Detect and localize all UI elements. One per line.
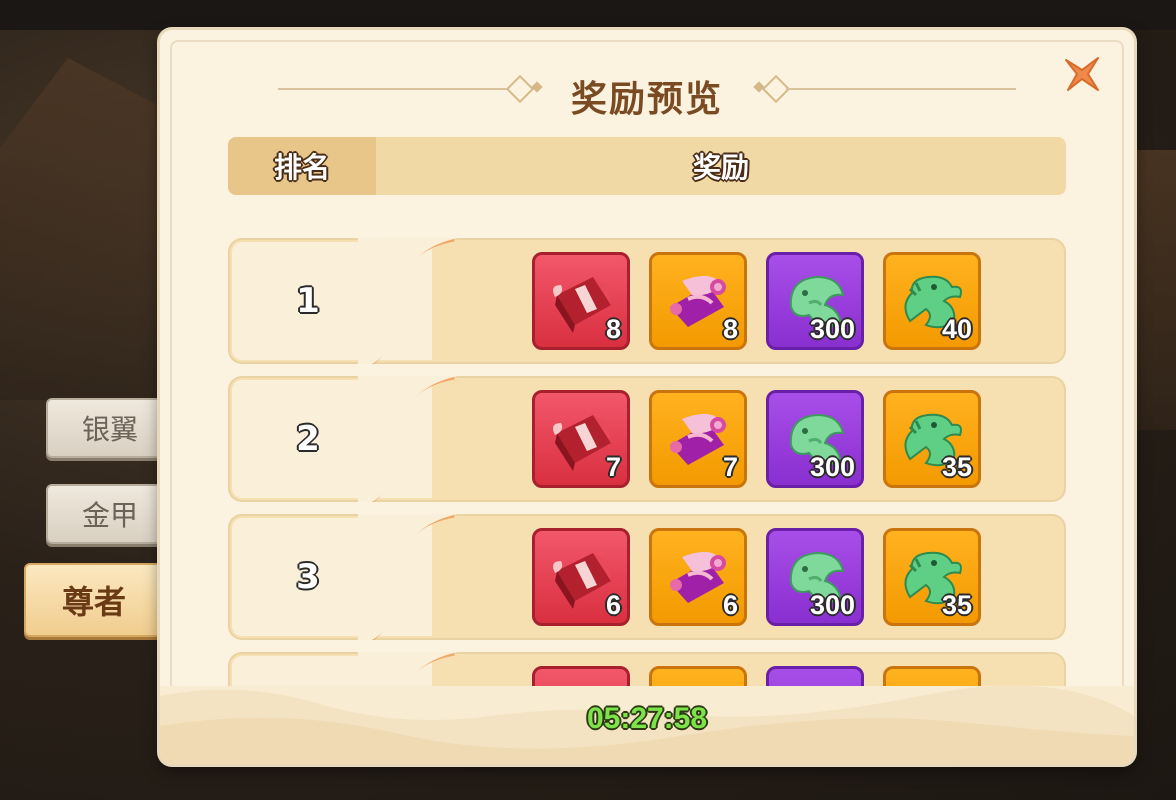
row-divider-curve bbox=[358, 514, 458, 640]
reward-row: 1 8 8 300 40 bbox=[228, 238, 1066, 364]
reward-item[interactable]: 40 bbox=[883, 252, 981, 350]
side-tab-label: 银翼 bbox=[82, 413, 139, 446]
reward-item[interactable]: 8 bbox=[532, 252, 630, 350]
reward-item[interactable] bbox=[649, 666, 747, 686]
reward-count: 35 bbox=[941, 590, 972, 620]
reward-count: 8 bbox=[722, 314, 738, 344]
title-row: 奖励预览 bbox=[160, 70, 1134, 120]
rank-number: 3 bbox=[296, 557, 320, 597]
header-reward: 奖励 bbox=[692, 151, 749, 184]
header-rank: 排名 bbox=[228, 137, 376, 195]
reward-item[interactable]: 35 bbox=[883, 528, 981, 626]
reward-item[interactable]: 35 bbox=[883, 390, 981, 488]
reward-item[interactable]: 8 bbox=[649, 252, 747, 350]
reward-item[interactable]: 6 bbox=[532, 528, 630, 626]
reward-count: 300 bbox=[809, 314, 855, 344]
rank-number: 2 bbox=[296, 419, 320, 459]
rank-number: 1 bbox=[296, 281, 320, 321]
reward-item[interactable] bbox=[883, 666, 981, 686]
close-x-icon bbox=[1065, 57, 1099, 91]
reward-row: 4 bbox=[228, 652, 1066, 686]
reward-preview-panel: 奖励预览 排名 奖励 1 8 8 300 40 2 7 7 300 35 3 6 6 300 35 4 05:… bbox=[160, 30, 1134, 764]
countdown-timer: 05:27:58 bbox=[586, 702, 708, 735]
reward-row: 2 7 7 300 35 bbox=[228, 376, 1066, 502]
reward-count: 7 bbox=[722, 452, 738, 482]
side-tab-label: 尊者 bbox=[62, 583, 127, 621]
reward-item[interactable]: 7 bbox=[532, 390, 630, 488]
reward-count: 300 bbox=[809, 452, 855, 482]
rank-number: 4 bbox=[268, 652, 348, 686]
side-tab-venerable[interactable]: 尊者 bbox=[24, 563, 176, 637]
reward-count: 300 bbox=[809, 590, 855, 620]
reward-count: 6 bbox=[722, 590, 738, 620]
reward-item[interactable] bbox=[532, 666, 630, 686]
reward-item[interactable]: 300 bbox=[766, 252, 864, 350]
row-divider-curve bbox=[358, 376, 458, 502]
top-bar bbox=[0, 0, 1176, 30]
reward-item[interactable]: 7 bbox=[649, 390, 747, 488]
reward-item[interactable]: 6 bbox=[649, 528, 747, 626]
reward-item[interactable] bbox=[766, 666, 864, 686]
side-tab-gold-armor[interactable]: 金甲 bbox=[46, 484, 176, 544]
reward-count: 7 bbox=[605, 452, 621, 482]
reward-row: 3 6 6 300 35 bbox=[228, 514, 1066, 640]
reward-count: 8 bbox=[605, 314, 621, 344]
reward-item[interactable]: 300 bbox=[766, 390, 864, 488]
panel-footer: 05:27:58 bbox=[160, 686, 1134, 764]
reward-count: 40 bbox=[941, 314, 972, 344]
row-divider-curve bbox=[358, 652, 458, 686]
reward-count: 6 bbox=[605, 590, 621, 620]
table-header: 排名 奖励 bbox=[228, 137, 1066, 195]
side-tab-silver-wing[interactable]: 银翼 bbox=[46, 398, 176, 458]
title-divider-right bbox=[786, 88, 1016, 90]
reward-item[interactable]: 300 bbox=[766, 528, 864, 626]
reward-count: 35 bbox=[941, 452, 972, 482]
reward-list[interactable]: 1 8 8 300 40 2 7 7 300 35 3 6 6 300 35 4 bbox=[228, 208, 1066, 686]
close-button[interactable] bbox=[1060, 52, 1104, 96]
side-tab-label: 金甲 bbox=[82, 499, 139, 532]
panel-title: 奖励预览 bbox=[570, 79, 723, 120]
background-building bbox=[0, 58, 170, 400]
row-divider-curve bbox=[358, 238, 458, 364]
